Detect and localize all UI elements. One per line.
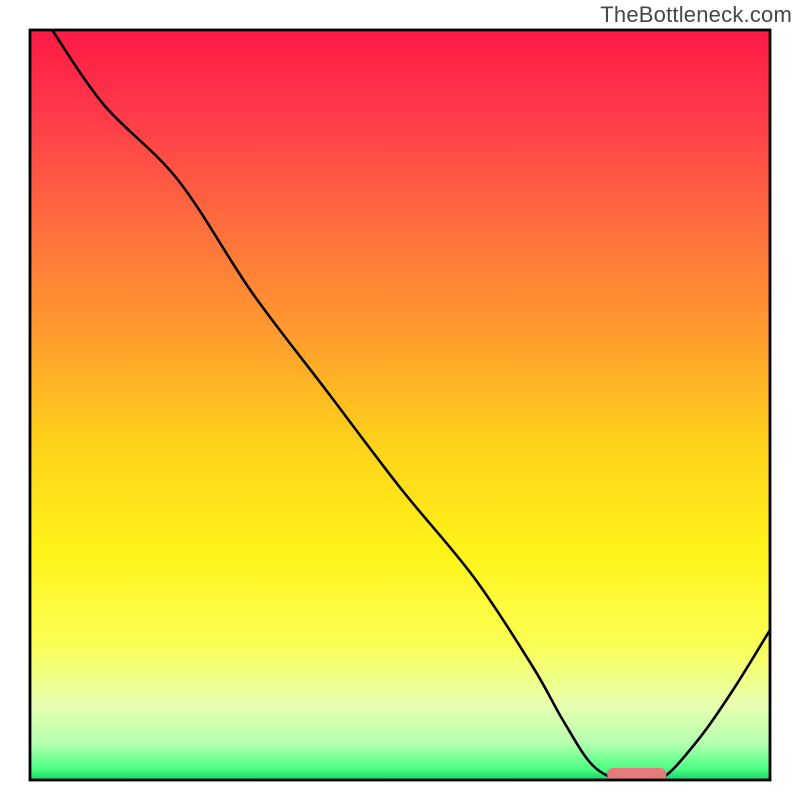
- chart-svg: [0, 0, 800, 800]
- bottleneck-chart: [0, 0, 800, 800]
